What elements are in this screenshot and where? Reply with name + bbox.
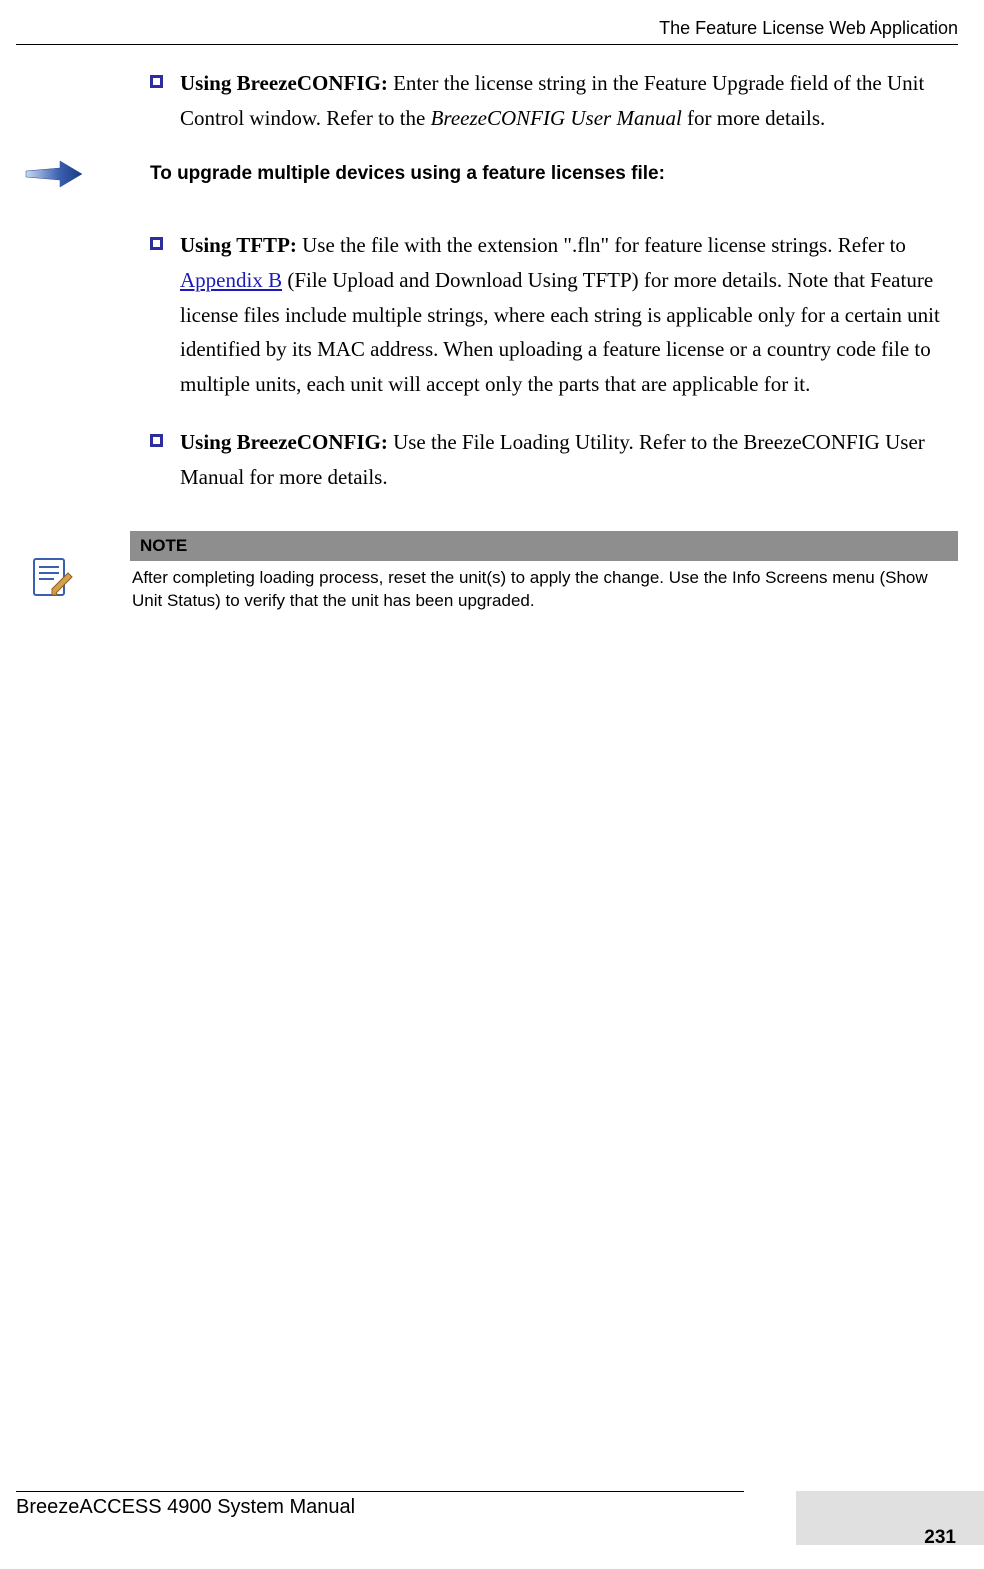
note-icon [30,555,74,599]
appendix-link[interactable]: Appendix B [180,268,282,292]
note-heading: NOTE [130,531,958,561]
page-number: 231 [924,1527,956,1549]
bullet-lead: Using BreezeCONFIG: [180,430,388,454]
bullet-text: (File Upload and Download Using TFTP) fo… [180,268,940,396]
procedure-row: To upgrade multiple devices using a feat… [16,159,958,194]
bullet-item: Using BreezeCONFIG: Use the File Loading… [150,425,958,494]
page-header: The Feature License Web Application [0,18,958,39]
bullet-text: Use the file with the extension ".fln" f… [297,233,906,257]
arrow-right-icon [24,159,84,189]
note-text: After completing loading process, reset … [130,561,958,613]
footer-manual-title: BreezeACCESS 4900 System Manual [16,1496,984,1519]
bullet-item: Using TFTP: Use the file with the extens… [150,228,958,401]
note-icon-cell [16,531,130,604]
bullet-lead: Using TFTP: [180,233,297,257]
square-bullet-icon [150,434,163,447]
square-bullet-icon [150,237,163,250]
procedure-heading: To upgrade multiple devices using a feat… [150,159,958,188]
page-content: Using BreezeCONFIG: Enter the license st… [0,66,958,613]
page-footer: BreezeACCESS 4900 System Manual 231 [16,1491,984,1519]
footer-rule [16,1491,744,1492]
bullet-italic: BreezeCONFIG User Manual [431,106,682,130]
note-body: NOTE After completing loading process, r… [130,531,958,613]
note-block: NOTE After completing loading process, r… [16,531,958,613]
bullet-item: Using BreezeCONFIG: Enter the license st… [150,66,958,135]
arrow-cell [16,159,150,194]
bullet-text: for more details. [682,106,825,130]
square-bullet-icon [150,75,163,88]
bullet-lead: Using BreezeCONFIG: [180,71,388,95]
header-rule [16,44,958,45]
